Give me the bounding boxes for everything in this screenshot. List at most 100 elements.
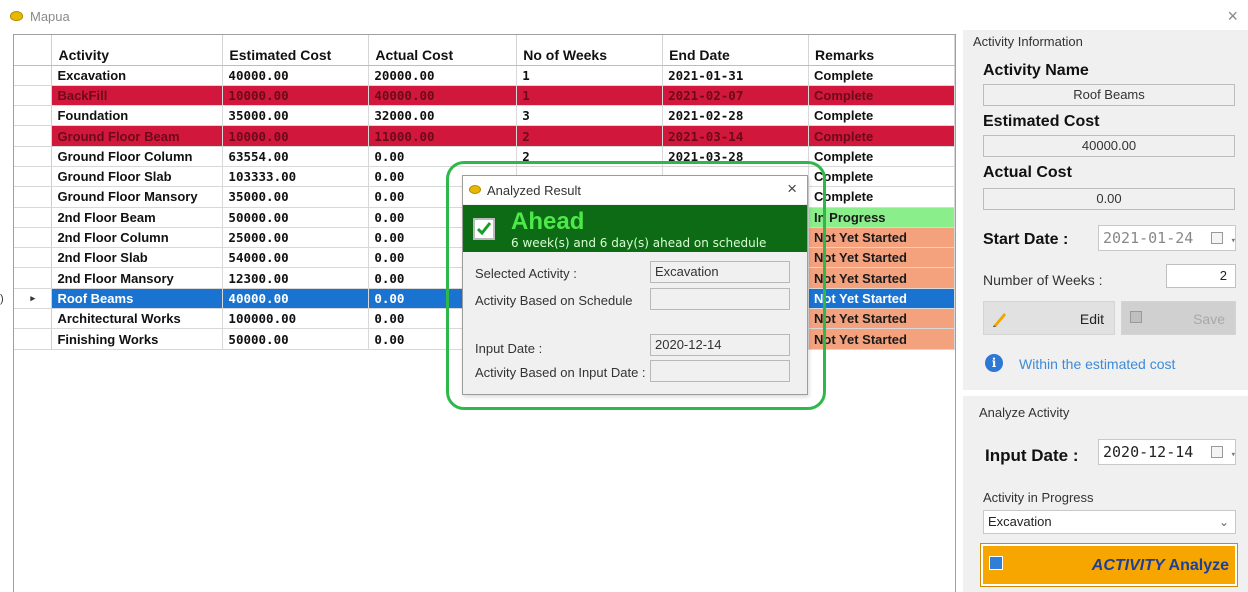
table-row[interactable]: BackFill 10000.00 40000.00 1 2021-02-07 Compl…: [14, 85, 955, 107]
weeks-input[interactable]: 2: [1166, 264, 1236, 288]
input-date-activity-label: Activity Based on Input Date :: [475, 365, 646, 380]
row-selector[interactable]: [14, 328, 53, 350]
cell-activity: Finishing Works: [51, 328, 224, 350]
cell-estimated-cost: 40000.00: [222, 65, 370, 86]
start-date-picker[interactable]: 2021-01-24 ▾: [1098, 225, 1236, 251]
cell-activity: Roof Beams: [51, 288, 224, 310]
cell-estimated-cost: 100000.00: [222, 308, 370, 330]
row-selector[interactable]: [14, 125, 53, 147]
cell-activity: 2nd Floor Slab: [51, 247, 224, 269]
column-header-end-date[interactable]: End Date: [662, 35, 810, 66]
save-button[interactable]: Save: [1121, 301, 1236, 335]
input-date-activity-field[interactable]: [650, 360, 790, 382]
title-bar: Mapua ×: [0, 0, 1248, 34]
result-banner: Ahead 6 week(s) and 6 day(s) ahead on sc…: [463, 205, 807, 252]
activity-analyze-button[interactable]: ACTIVITY Analyze: [981, 544, 1237, 586]
cell-activity: Architectural Works: [51, 308, 224, 330]
panel-divider: [963, 390, 1248, 396]
row-pointer-icon[interactable]: ▸: [14, 288, 53, 310]
cell-activity: Ground Floor Slab: [51, 166, 224, 188]
cell-remarks: Complete: [808, 105, 955, 127]
cell-end-date: 2021-03-14: [662, 125, 810, 147]
cell-remarks: Complete: [808, 65, 955, 86]
chevron-down-icon: ⌄: [1218, 515, 1229, 529]
cell-estimated-cost: 35000.00: [222, 105, 370, 127]
cell-activity: Ground Floor Beam: [51, 125, 224, 147]
column-header-actual-cost[interactable]: Actual Cost: [368, 35, 518, 66]
chevron-down-icon: ▾: [1230, 450, 1236, 460]
cell-estimated-cost: 10000.00: [222, 125, 370, 147]
cell-weeks: 1: [516, 65, 664, 86]
cell-activity: Foundation: [51, 105, 224, 127]
row-selector[interactable]: [14, 65, 53, 86]
table-row[interactable]: Foundation 35000.00 32000.00 3 2021-02-28 Com…: [14, 105, 955, 127]
weeks-label: Number of Weeks :: [983, 272, 1103, 288]
row-selector[interactable]: [14, 105, 53, 127]
cell-estimated-cost: 25000.00: [222, 227, 370, 249]
cell-remarks: Not Yet Started: [808, 328, 955, 350]
row-selector[interactable]: [14, 186, 53, 208]
cell-end-date: 2021-02-07: [662, 85, 810, 107]
floppy-icon: [1130, 311, 1142, 323]
activity-name-field[interactable]: Roof Beams: [983, 84, 1235, 106]
cell-weeks: 2: [516, 125, 664, 147]
edit-button[interactable]: Edit: [983, 301, 1115, 335]
edit-button-label: Edit: [1079, 311, 1104, 327]
estimated-cost-field[interactable]: 40000.00: [983, 135, 1235, 157]
row-selector[interactable]: [14, 267, 53, 289]
cell-activity: Ground Floor Mansory: [51, 186, 224, 208]
schedule-activity-field[interactable]: [650, 288, 790, 310]
table-row[interactable]: Ground Floor Beam 10000.00 11000.00 2 2021-0…: [14, 125, 955, 147]
cell-remarks: Not Yet Started: [808, 227, 955, 249]
cell-estimated-cost: 40000.00: [222, 288, 370, 310]
cell-remarks: Complete: [808, 166, 955, 188]
input-date-label: Input Date :: [985, 446, 1079, 465]
row-selector[interactable]: [14, 85, 53, 107]
cell-actual-cost: 32000.00: [368, 105, 518, 127]
window-title: Mapua: [30, 9, 70, 24]
row-selector[interactable]: [14, 227, 53, 249]
column-header-estimated-cost[interactable]: Estimated Cost: [222, 35, 370, 66]
actual-cost-field[interactable]: 0.00: [983, 188, 1235, 210]
dialog-input-date-label: Input Date :: [475, 341, 543, 356]
row-selector[interactable]: [14, 146, 53, 167]
column-header-weeks[interactable]: No of Weeks: [516, 35, 664, 66]
selected-activity-field[interactable]: Excavation: [650, 261, 790, 283]
table-row[interactable]: Excavation 40000.00 20000.00 1 2021-01-31 Com…: [14, 65, 955, 86]
cell-estimated-cost: 10000.00: [222, 85, 370, 107]
row-selector[interactable]: [14, 207, 53, 228]
cell-end-date: 2021-02-28: [662, 105, 810, 127]
dialog-close-button[interactable]: ×: [787, 179, 797, 199]
window-close-button[interactable]: ×: [1227, 6, 1238, 27]
dialog-input-date-field[interactable]: 2020-12-14: [650, 334, 790, 356]
input-date-picker[interactable]: 2020-12-14 ▾: [1098, 439, 1236, 465]
row-selector[interactable]: [14, 308, 53, 330]
cell-actual-cost: 11000.00: [368, 125, 518, 147]
cost-status-text: Within the estimated cost: [1019, 356, 1176, 372]
analyze-icon: [989, 556, 1003, 570]
column-header-remarks[interactable]: Remarks: [808, 35, 955, 66]
cell-activity: Excavation: [51, 65, 224, 86]
cell-weeks: 3: [516, 105, 664, 127]
pencil-icon: [992, 309, 1008, 330]
cell-estimated-cost: 54000.00: [222, 247, 370, 269]
column-header-activity[interactable]: Activity: [51, 35, 224, 66]
schedule-activity-label: Activity Based on Schedule: [475, 293, 633, 308]
input-date-value: 2020-12-14: [1103, 443, 1194, 461]
app-icon: [469, 185, 481, 194]
analyze-button-word2: Analyze: [1168, 557, 1229, 574]
row-indicator-edge: ): [0, 293, 4, 305]
info-icon: i: [985, 354, 1003, 372]
activity-in-progress-select[interactable]: Excavation ⌄: [983, 510, 1236, 534]
row-selector[interactable]: [14, 166, 53, 188]
cell-activity: Ground Floor Column: [51, 146, 224, 167]
cell-remarks: Not Yet Started: [808, 247, 955, 269]
cell-end-date: 2021-01-31: [662, 65, 810, 86]
cell-activity: 2nd Floor Mansory: [51, 267, 224, 289]
row-selector[interactable]: [14, 247, 53, 269]
cell-estimated-cost: 12300.00: [222, 267, 370, 289]
activity-name-label: Activity Name: [983, 62, 1089, 79]
selected-activity-label: Selected Activity :: [475, 266, 577, 281]
result-status: Ahead: [511, 208, 585, 235]
cell-remarks: Not Yet Started: [808, 267, 955, 289]
